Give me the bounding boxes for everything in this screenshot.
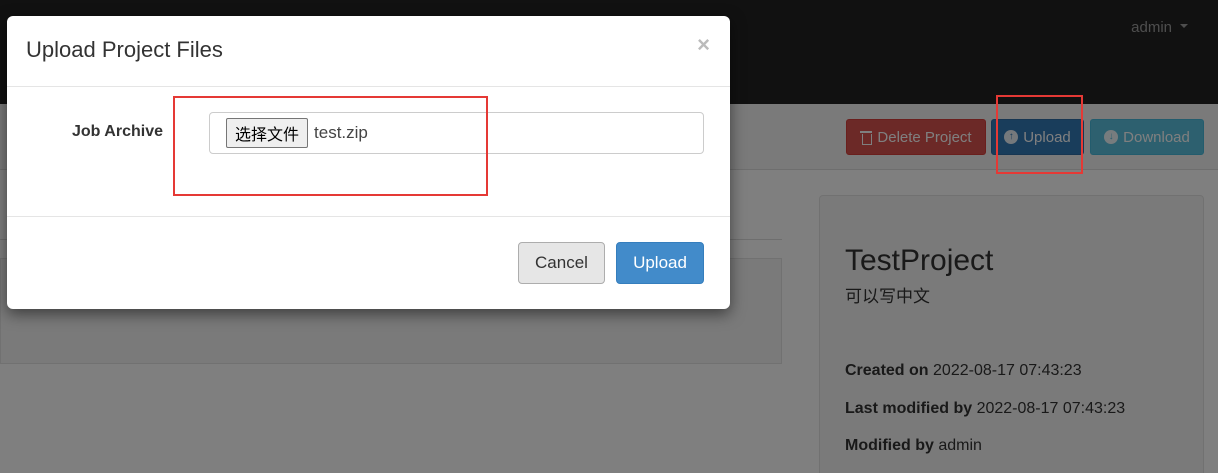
upload-button-highlight (996, 95, 1083, 174)
modal-body: Job Archive 选择文件 test.zip (7, 87, 730, 217)
cancel-button[interactable]: Cancel (518, 242, 605, 284)
close-icon[interactable]: × (697, 32, 710, 58)
upload-modal: Upload Project Files × Job Archive 选择文件 … (7, 16, 730, 309)
modal-footer: Cancel Upload (7, 217, 730, 309)
job-archive-label: Job Archive (72, 123, 163, 140)
modal-title: Upload Project Files (26, 37, 223, 62)
file-input-highlight (173, 96, 488, 196)
modal-upload-button[interactable]: Upload (616, 242, 704, 284)
modal-header: Upload Project Files × (7, 16, 730, 87)
